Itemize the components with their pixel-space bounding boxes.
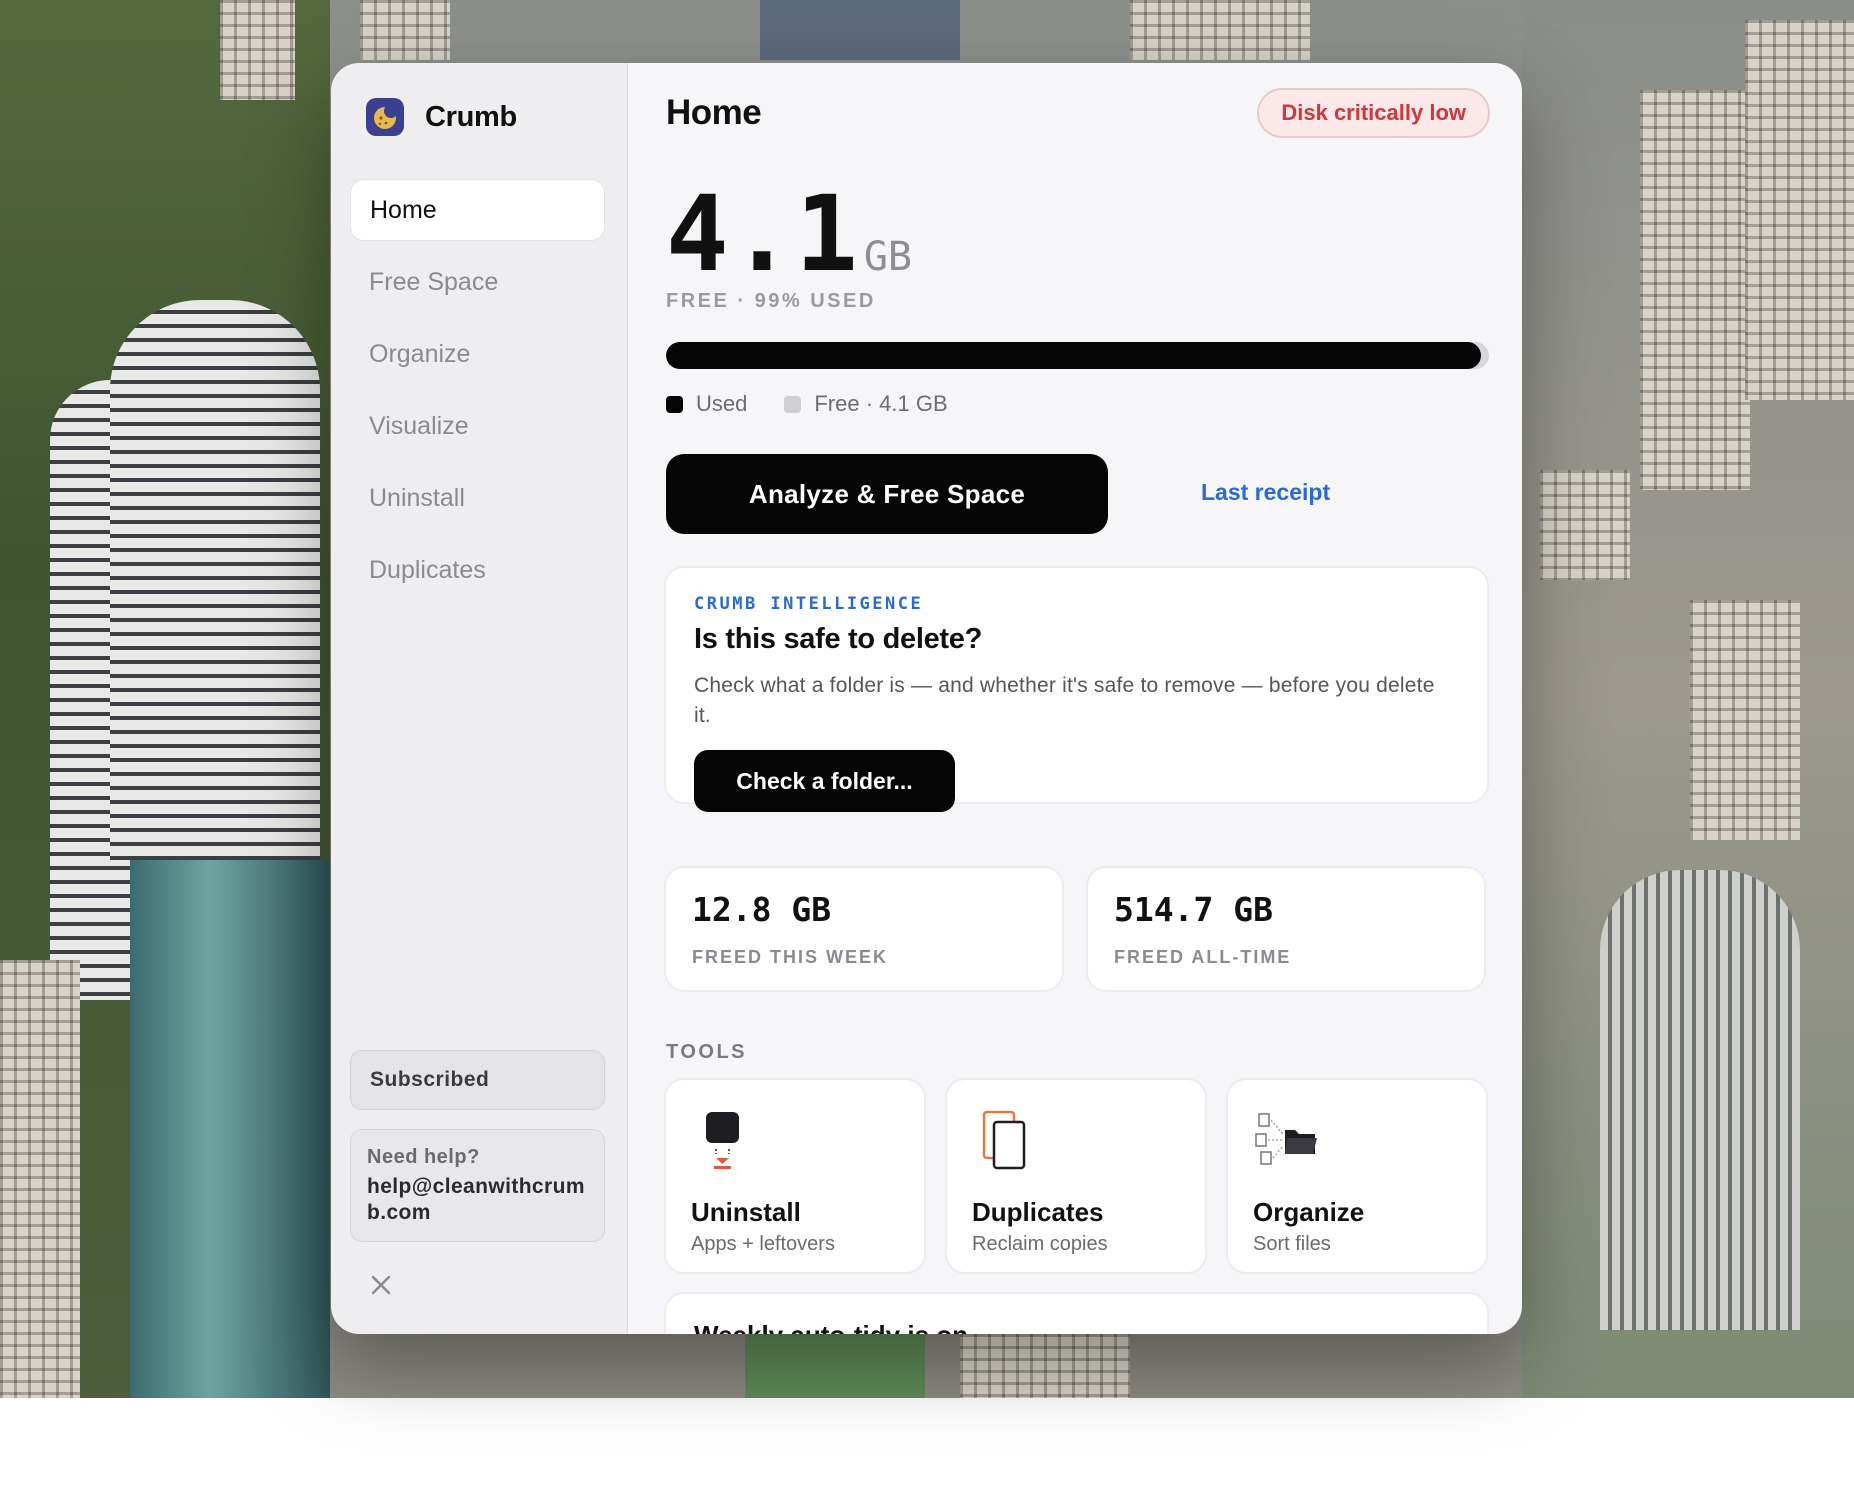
stat-label: FREED ALL-TIME	[1114, 947, 1292, 967]
sidebar: Crumb Home Free Space Organize Visualize…	[331, 63, 628, 1334]
tool-name: Duplicates	[972, 1197, 1104, 1227]
auto-tidy-title: Weekly auto-tidy is on	[694, 1320, 968, 1334]
main-content: Home Disk critically low 4.1 GB FREE · 9…	[628, 63, 1522, 1334]
app-window: Crumb Home Free Space Organize Visualize…	[331, 63, 1522, 1334]
disk-usage-bar-fill	[666, 342, 1481, 369]
stat-freed-all-time: 514.7 GB FREED ALL-TIME	[1086, 866, 1486, 992]
tool-card-duplicates[interactable]: Duplicates Reclaim copies	[945, 1078, 1207, 1274]
disk-status-badge: Disk critically low	[1257, 88, 1490, 138]
free-space-value: 4.1	[666, 173, 860, 295]
tools-section-label: TOOLS	[666, 1041, 748, 1063]
intelligence-body: Check what a folder is — and whether it'…	[694, 674, 1435, 727]
legend-used: Used	[666, 391, 747, 417]
close-icon[interactable]	[369, 1273, 393, 1297]
app-name: Crumb	[425, 100, 517, 133]
tool-name: Organize	[1253, 1197, 1365, 1227]
tool-card-uninstall[interactable]: Uninstall Apps + leftovers	[664, 1078, 926, 1274]
legend-free: Free · 4.1 GB	[784, 391, 948, 417]
stat-value: 514.7 GB	[1114, 890, 1273, 929]
stat-freed-this-week: 12.8 GB FREED THIS WEEK	[664, 866, 1064, 992]
tool-card-organize[interactable]: Organize Sort files	[1226, 1078, 1488, 1274]
sidebar-item-free-space[interactable]: Free Space	[350, 251, 605, 313]
sidebar-item-duplicates[interactable]: Duplicates	[350, 539, 605, 601]
legend-free-swatch	[784, 395, 802, 413]
usage-legend: Used Free · 4.1 GB	[666, 391, 985, 417]
free-space-unit: GB	[863, 234, 913, 280]
legend-used-label: Used	[696, 391, 748, 416]
sidebar-item-visualize[interactable]: Visualize	[350, 395, 605, 457]
intelligence-card: CRUMB INTELLIGENCE Is this safe to delet…	[664, 566, 1489, 812]
organize-icon	[1253, 1108, 1319, 1178]
help-box[interactable]: Need help? help@cleanwithcrumb.com	[350, 1129, 605, 1242]
analyze-free-space-button[interactable]: Analyze & Free Space	[666, 454, 1108, 534]
tool-desc: Apps + leftovers	[691, 1233, 835, 1255]
tool-desc: Reclaim copies	[972, 1233, 1108, 1255]
subscription-badge[interactable]: Subscribed	[350, 1050, 605, 1110]
sidebar-item-home[interactable]: Home	[350, 179, 605, 241]
check-folder-button[interactable]: Check a folder...	[694, 750, 955, 812]
last-receipt-link[interactable]: Last receipt	[1201, 479, 1330, 506]
help-email-link[interactable]: help@cleanwithcrumb.com	[367, 1174, 588, 1226]
intelligence-title: Is this safe to delete?	[694, 623, 983, 655]
duplicates-icon	[972, 1108, 1038, 1178]
help-title: Need help?	[367, 1146, 480, 1168]
legend-free-label: Free · 4.1 GB	[814, 391, 948, 416]
crumb-logo-icon	[366, 98, 404, 136]
sidebar-item-organize[interactable]: Organize	[350, 323, 605, 385]
disk-usage-bar	[666, 342, 1489, 369]
disk-usage-summary: FREE · 99% USED	[666, 290, 876, 312]
legend-used-swatch	[666, 395, 683, 413]
stat-value: 12.8 GB	[692, 890, 832, 929]
free-space-readout: 4.1 GB	[666, 173, 912, 295]
tool-name: Uninstall	[691, 1197, 801, 1227]
intelligence-kicker: CRUMB INTELLIGENCE	[694, 594, 924, 614]
tool-desc: Sort files	[1253, 1233, 1331, 1255]
auto-tidy-card: Weekly auto-tidy is on	[664, 1292, 1489, 1334]
uninstall-icon	[691, 1108, 757, 1178]
sidebar-item-uninstall[interactable]: Uninstall	[350, 467, 605, 529]
brand: Crumb	[366, 98, 517, 136]
stat-label: FREED THIS WEEK	[692, 947, 889, 967]
sidebar-nav: Home Free Space Organize Visualize Unins…	[350, 179, 605, 611]
page-title: Home	[666, 93, 762, 132]
